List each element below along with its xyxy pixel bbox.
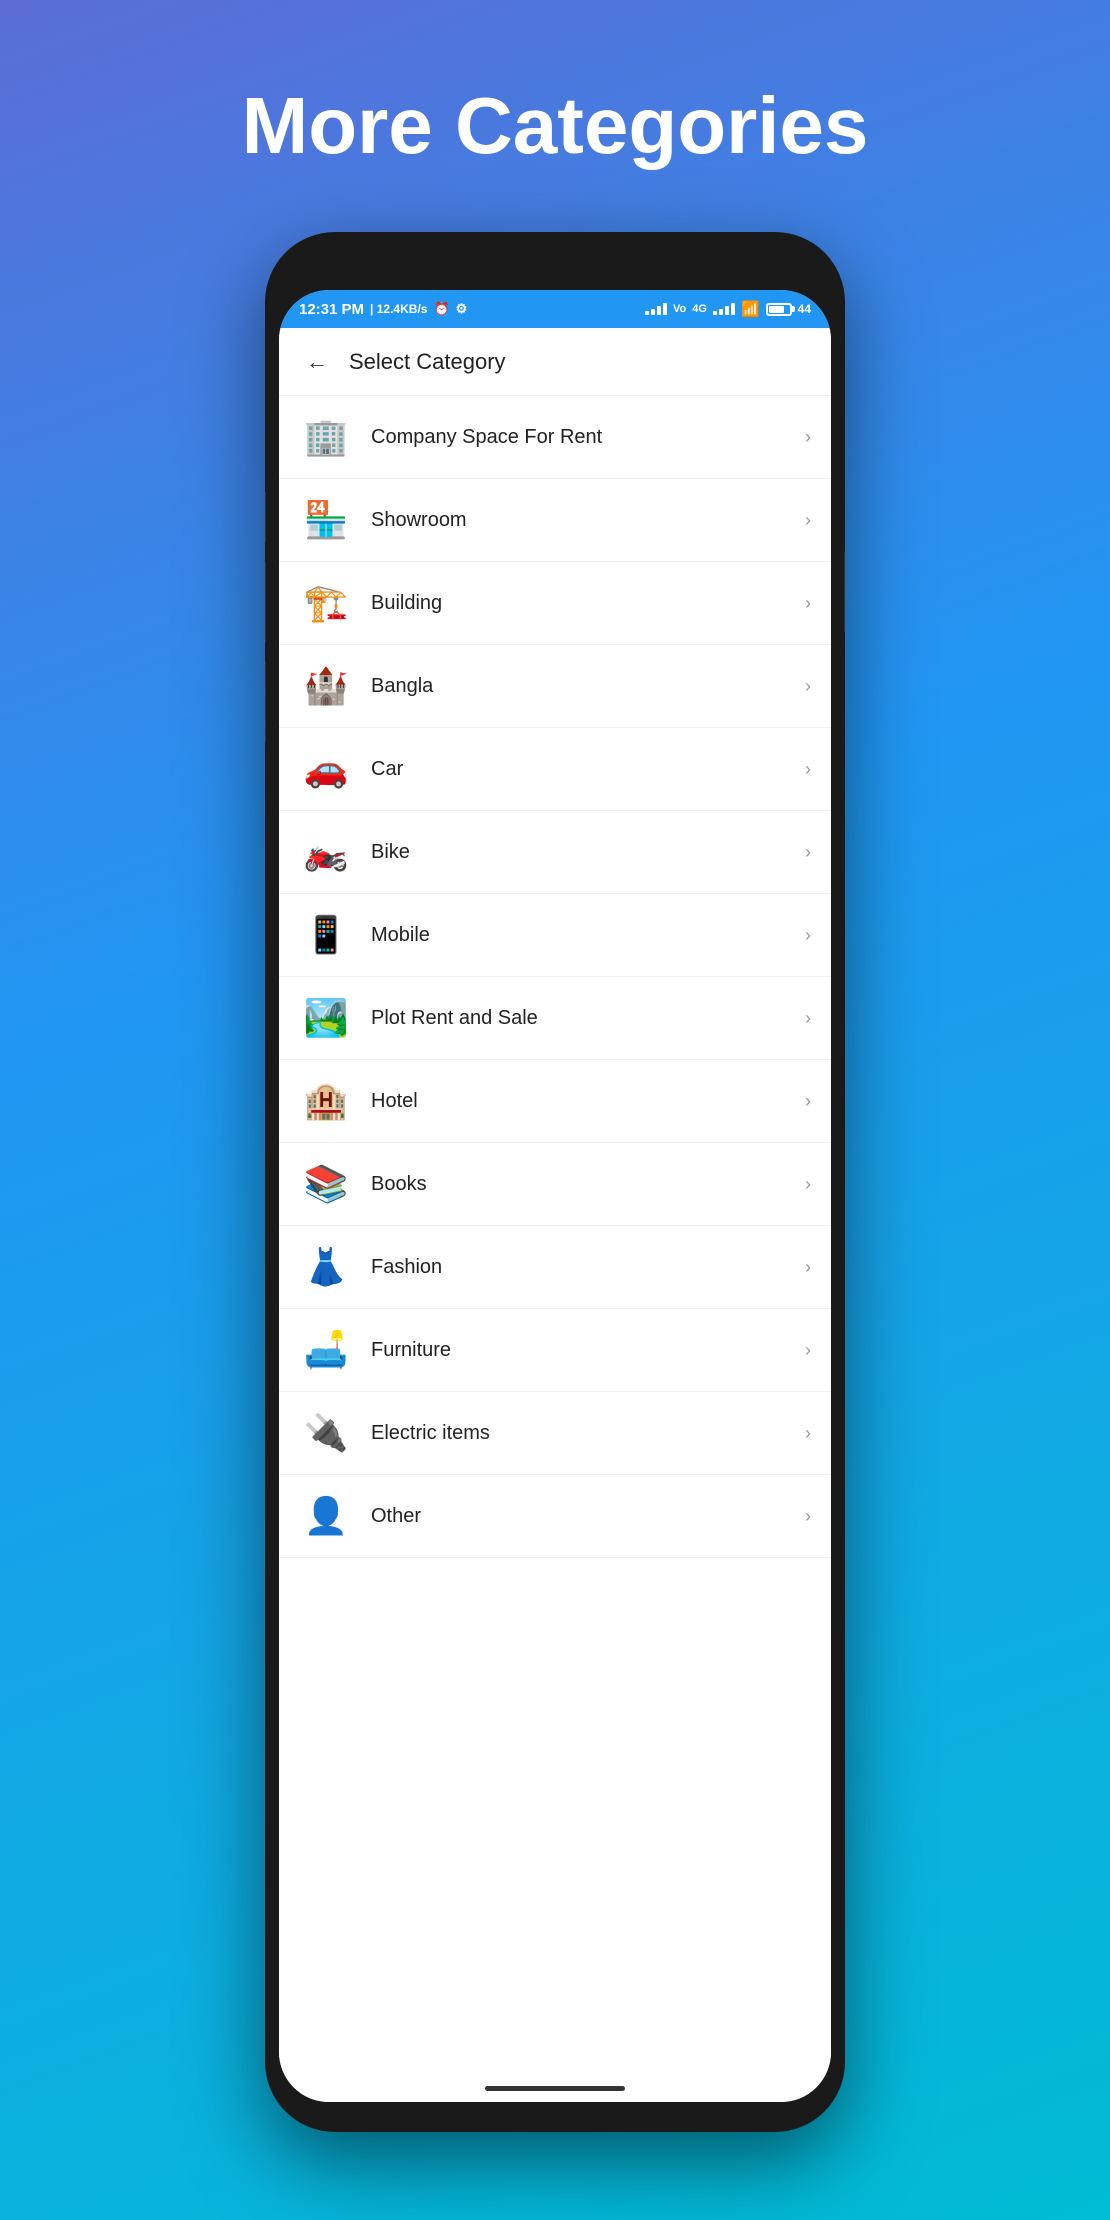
- plot-rent-sale-icon: 🏞️: [299, 991, 353, 1045]
- bike-icon: 🏍️: [299, 825, 353, 879]
- electric-items-label: Electric items: [371, 1422, 805, 1445]
- status-right: Vo 4G 📶 44: [645, 300, 811, 318]
- home-indicator: [485, 2086, 625, 2091]
- other-label: Other: [371, 1505, 805, 1528]
- category-item-bike[interactable]: 🏍️ Bike›: [279, 811, 831, 894]
- status-time: 12:31 PM: [299, 301, 364, 318]
- category-item-car[interactable]: 🚗 Car›: [279, 728, 831, 811]
- mute-button: [265, 492, 266, 542]
- category-item-plot-rent-sale[interactable]: 🏞️ Plot Rent and Sale›: [279, 977, 831, 1060]
- bike-label: Bike: [371, 841, 805, 864]
- bangla-icon: 🏰: [299, 659, 353, 713]
- mobile-icon: 📱: [299, 908, 353, 962]
- bangla-chevron: ›: [805, 676, 811, 697]
- phone-device: 12:31 PM | 12.4KB/s ⏰ ⚙ Vo 4G: [265, 232, 845, 2132]
- company-space-icon: 🏢: [299, 410, 353, 464]
- category-list: 🏢Company Space For Rent›🏪Showroom›🏗️Buil…: [279, 396, 831, 2074]
- page-title: More Categories: [0, 80, 1110, 172]
- category-item-books[interactable]: 📚 Books›: [279, 1143, 831, 1226]
- category-item-furniture[interactable]: 🛋️ Furniture›: [279, 1309, 831, 1392]
- category-item-showroom[interactable]: 🏪 Showroom›: [279, 479, 831, 562]
- category-item-electric-items[interactable]: 🔌 Electric items›: [279, 1392, 831, 1475]
- hotel-chevron: ›: [805, 1091, 811, 1112]
- furniture-chevron: ›: [805, 1340, 811, 1361]
- bike-chevron: ›: [805, 842, 811, 863]
- mobile-label: Mobile: [371, 924, 805, 947]
- category-item-other[interactable]: 👤 Other›: [279, 1475, 831, 1558]
- battery-label: 44: [798, 302, 811, 316]
- battery-icon: [766, 303, 792, 316]
- app-bar-title: Select Category: [349, 349, 506, 375]
- building-chevron: ›: [805, 593, 811, 614]
- fashion-label: Fashion: [371, 1256, 805, 1279]
- books-icon: 📚: [299, 1157, 353, 1211]
- category-item-building[interactable]: 🏗️ Building›: [279, 562, 831, 645]
- electric-items-icon: 🔌: [299, 1406, 353, 1460]
- books-label: Books: [371, 1173, 805, 1196]
- wifi-icon: 📶: [741, 300, 760, 318]
- furniture-label: Furniture: [371, 1339, 805, 1362]
- category-item-company-space[interactable]: 🏢 Company Space For Rent›: [279, 396, 831, 479]
- mobile-chevron: ›: [805, 925, 811, 946]
- network-icon: Vo: [673, 303, 686, 315]
- building-label: Building: [371, 592, 805, 615]
- fashion-chevron: ›: [805, 1257, 811, 1278]
- showroom-label: Showroom: [371, 509, 805, 532]
- settings-icon: ⚙: [456, 301, 468, 317]
- status-bar: 12:31 PM | 12.4KB/s ⏰ ⚙ Vo 4G: [279, 290, 831, 328]
- other-icon: 👤: [299, 1489, 353, 1543]
- power-button: [844, 552, 845, 632]
- furniture-icon: 🛋️: [299, 1323, 353, 1377]
- showroom-icon: 🏪: [299, 493, 353, 547]
- plot-rent-sale-label: Plot Rent and Sale: [371, 1007, 805, 1030]
- category-item-mobile[interactable]: 📱 Mobile›: [279, 894, 831, 977]
- other-chevron: ›: [805, 1506, 811, 1527]
- car-label: Car: [371, 758, 805, 781]
- app-bar: ← Select Category: [279, 328, 831, 396]
- company-space-label: Company Space For Rent: [371, 426, 805, 449]
- car-chevron: ›: [805, 759, 811, 780]
- bangla-label: Bangla: [371, 675, 805, 698]
- signal-icon-2: [713, 303, 735, 315]
- home-bar: [279, 2074, 831, 2102]
- fashion-icon: 👗: [299, 1240, 353, 1294]
- category-item-fashion[interactable]: 👗 Fashion›: [279, 1226, 831, 1309]
- category-item-hotel[interactable]: 🏨 Hotel›: [279, 1060, 831, 1143]
- category-item-bangla[interactable]: 🏰 Bangla›: [279, 645, 831, 728]
- lte-icon: 4G: [692, 303, 707, 315]
- phone-screen: 12:31 PM | 12.4KB/s ⏰ ⚙ Vo 4G: [279, 290, 831, 2102]
- back-button[interactable]: ←: [299, 344, 335, 380]
- signal-icon: [645, 303, 667, 315]
- hotel-label: Hotel: [371, 1090, 805, 1113]
- status-speed: | 12.4KB/s: [370, 302, 427, 316]
- hotel-icon: 🏨: [299, 1074, 353, 1128]
- alarm-icon: ⏰: [433, 301, 449, 317]
- status-left: 12:31 PM | 12.4KB/s ⏰ ⚙: [299, 301, 467, 318]
- showroom-chevron: ›: [805, 510, 811, 531]
- volume-down-button: [265, 662, 266, 742]
- building-icon: 🏗️: [299, 576, 353, 630]
- plot-rent-sale-chevron: ›: [805, 1008, 811, 1029]
- books-chevron: ›: [805, 1174, 811, 1195]
- car-icon: 🚗: [299, 742, 353, 796]
- volume-up-button: [265, 562, 266, 642]
- company-space-chevron: ›: [805, 427, 811, 448]
- electric-items-chevron: ›: [805, 1423, 811, 1444]
- phone-body: 12:31 PM | 12.4KB/s ⏰ ⚙ Vo 4G: [265, 232, 845, 2132]
